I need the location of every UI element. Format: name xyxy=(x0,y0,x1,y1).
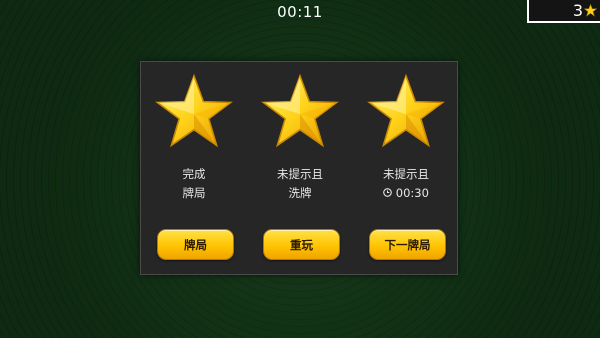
star-icon xyxy=(584,4,597,17)
next-game-button[interactable]: 下一牌局 xyxy=(369,229,446,260)
goal-caption: 未提示且 洗牌 xyxy=(247,165,353,203)
star-icon xyxy=(261,73,339,148)
caption-line: 完成 xyxy=(182,167,206,181)
goal-caption: 未提示且 00:30 xyxy=(353,165,459,203)
star-count: 3 xyxy=(572,1,583,20)
game-button[interactable]: 牌局 xyxy=(157,229,234,260)
time-limit-value: 00:30 xyxy=(395,186,429,200)
star-icon xyxy=(367,73,445,148)
caption-line: 牌局 xyxy=(182,186,206,200)
replay-button[interactable]: 重玩 xyxy=(263,229,340,260)
time-limit: 00:30 xyxy=(353,184,459,203)
star-counter[interactable]: 3 xyxy=(527,0,600,23)
caption-line: 未提示且 xyxy=(383,167,429,181)
goal-no-hint-time: 未提示且 00:30 下一牌局 xyxy=(353,62,459,276)
caption-line: 未提示且 xyxy=(277,167,323,181)
clock-icon xyxy=(383,188,392,197)
results-dialog: 完成 牌局 牌局 未提示且 洗牌 重玩 未提示且 00:30 下一牌局 xyxy=(140,61,458,275)
game-timer: 00:11 xyxy=(277,3,323,21)
game-screen: 00:11 3 完成 牌局 牌局 未提示且 洗牌 重玩 未提示且 00:30 下… xyxy=(0,0,600,338)
goal-caption: 完成 牌局 xyxy=(141,165,247,203)
star-icon xyxy=(155,73,233,148)
goal-complete-game: 完成 牌局 牌局 xyxy=(141,62,247,276)
goal-no-hint-shuffle: 未提示且 洗牌 重玩 xyxy=(247,62,353,276)
caption-line: 洗牌 xyxy=(288,186,312,200)
